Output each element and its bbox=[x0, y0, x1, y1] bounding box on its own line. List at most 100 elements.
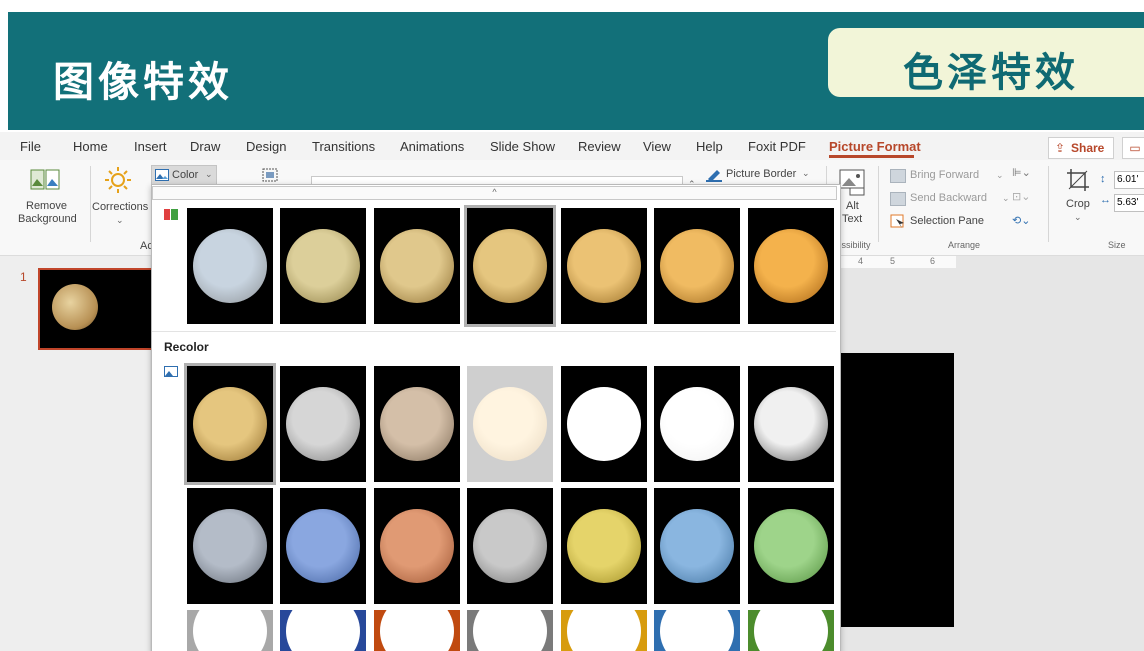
recolor-option[interactable] bbox=[748, 488, 834, 604]
banner-title-right-box: 色泽特效 bbox=[828, 28, 1144, 97]
recolor-section-label: Recolor bbox=[164, 340, 209, 354]
recolor-option[interactable] bbox=[654, 488, 740, 604]
alt-text-button[interactable]: Alt Text bbox=[842, 200, 872, 228]
recolor-option[interactable] bbox=[654, 610, 740, 651]
width-icon: ↔ bbox=[1100, 194, 1111, 206]
recolor-option[interactable] bbox=[561, 610, 647, 651]
tab-transitions[interactable]: Transitions bbox=[312, 139, 375, 154]
recolor-option[interactable] bbox=[748, 610, 834, 651]
arrange-group-label: Arrange bbox=[948, 240, 981, 250]
moon-preview-image bbox=[660, 229, 734, 303]
selection-pane-label: Selection Pane bbox=[910, 215, 984, 227]
crop-button[interactable]: Crop bbox=[1066, 198, 1090, 210]
moon-preview-image bbox=[473, 387, 547, 461]
picture-border-button[interactable]: Picture Border ⌄ bbox=[704, 166, 814, 184]
tab-review[interactable]: Review bbox=[578, 139, 621, 154]
rotate-icon[interactable]: ⟲⌄ bbox=[1012, 214, 1030, 227]
active-tab-indicator bbox=[829, 155, 914, 158]
moon-preview-image bbox=[380, 387, 454, 461]
recolor-option[interactable] bbox=[280, 610, 366, 651]
selection-pane-button[interactable]: Selection Pane bbox=[890, 214, 1000, 230]
remove-bg-label-1: Remove bbox=[26, 200, 67, 212]
saturation-option[interactable] bbox=[187, 208, 273, 324]
recolor-option[interactable] bbox=[280, 366, 366, 482]
recolor-option[interactable] bbox=[374, 488, 460, 604]
saturation-option[interactable] bbox=[561, 208, 647, 324]
slide-thumbnail[interactable] bbox=[38, 268, 155, 350]
size-group-label: Size bbox=[1108, 240, 1126, 250]
moon-preview-image bbox=[567, 229, 641, 303]
recolor-option[interactable] bbox=[187, 610, 273, 651]
recolor-option[interactable] bbox=[187, 488, 273, 604]
tab-design[interactable]: Design bbox=[246, 139, 286, 154]
saturation-option[interactable] bbox=[374, 208, 460, 324]
tab-animations[interactable]: Animations bbox=[400, 139, 464, 154]
bring-forward-chevron-icon: ⌄ bbox=[996, 170, 1004, 180]
tab-help[interactable]: Help bbox=[696, 139, 723, 154]
picture-border-label: Picture Border bbox=[726, 168, 797, 180]
corrections-button[interactable]: Corrections bbox=[92, 201, 148, 213]
moon-preview-image bbox=[286, 229, 360, 303]
comments-button[interactable]: ▭ bbox=[1122, 137, 1144, 159]
recolor-option[interactable] bbox=[561, 488, 647, 604]
moon-preview-image bbox=[473, 509, 547, 583]
ruler-tick: 4 bbox=[858, 256, 864, 266]
recolor-option[interactable] bbox=[280, 488, 366, 604]
share-button[interactable]: ⇪ Share bbox=[1048, 137, 1114, 159]
alt-text-label-2: Text bbox=[842, 213, 863, 225]
selected-picture-on-slide[interactable] bbox=[838, 353, 954, 627]
send-backward-chevron-icon: ⌄ bbox=[1002, 193, 1010, 203]
ribbon-tab-bar: File Home Insert Draw Design Transitions… bbox=[0, 132, 1144, 160]
recolor-option[interactable] bbox=[467, 488, 553, 604]
saturation-option[interactable] bbox=[654, 208, 740, 324]
banner-title-right: 色泽特效 bbox=[903, 50, 1079, 96]
corrections-chevron-icon: ⌄ bbox=[116, 215, 124, 225]
moon-preview-image bbox=[193, 610, 267, 651]
color-icon bbox=[155, 169, 169, 181]
compress-pictures-icon[interactable] bbox=[262, 168, 278, 182]
color-label: Color bbox=[172, 169, 199, 181]
moon-preview-image bbox=[193, 229, 267, 303]
recolor-option[interactable] bbox=[374, 366, 460, 482]
recolor-option[interactable] bbox=[467, 610, 553, 651]
moon-preview-image bbox=[754, 387, 828, 461]
tab-insert[interactable]: Insert bbox=[134, 139, 167, 154]
tab-picture-format[interactable]: Picture Format bbox=[829, 139, 921, 154]
comment-icon: ▭ bbox=[1129, 141, 1141, 155]
recolor-option[interactable] bbox=[561, 366, 647, 482]
picture-border-pen-icon bbox=[706, 170, 722, 182]
height-input[interactable]: 6.01' bbox=[1114, 171, 1144, 189]
tab-slide-show[interactable]: Slide Show bbox=[490, 139, 555, 154]
recolor-option[interactable] bbox=[184, 363, 276, 485]
moon-preview-image bbox=[473, 610, 547, 651]
moon-preview-image bbox=[473, 229, 547, 303]
tab-home[interactable]: Home bbox=[73, 139, 108, 154]
tab-file[interactable]: File bbox=[20, 139, 41, 154]
width-input[interactable]: 5.63' bbox=[1114, 194, 1144, 212]
gallery-scroll-up-button[interactable]: ^ bbox=[152, 186, 837, 200]
tab-view[interactable]: View bbox=[643, 139, 671, 154]
height-icon: ↕ bbox=[1100, 173, 1106, 185]
align-icon[interactable]: ⊫⌄ bbox=[1012, 166, 1031, 179]
ruler-tick: 6 bbox=[930, 256, 936, 266]
recolor-icon bbox=[164, 366, 178, 377]
recolor-option[interactable] bbox=[374, 610, 460, 651]
ruler-tick: 5 bbox=[890, 256, 896, 266]
send-backward-button[interactable]: Send Backward ⌄ bbox=[890, 191, 1020, 207]
saturation-option[interactable] bbox=[748, 208, 834, 324]
saturation-option[interactable] bbox=[464, 205, 556, 327]
recolor-option[interactable] bbox=[748, 366, 834, 482]
moon-preview-image bbox=[380, 509, 454, 583]
group-objects-icon[interactable]: ⊡⌄ bbox=[1012, 190, 1030, 203]
moon-preview-image bbox=[286, 387, 360, 461]
tab-draw[interactable]: Draw bbox=[190, 139, 220, 154]
saturation-option[interactable] bbox=[280, 208, 366, 324]
send-backward-icon bbox=[890, 192, 906, 206]
remove-background-button[interactable]: Remove Background bbox=[14, 200, 77, 232]
bring-forward-button[interactable]: Bring Forward ⌄ bbox=[890, 168, 1010, 184]
recolor-option[interactable] bbox=[467, 366, 553, 482]
recolor-option[interactable] bbox=[654, 366, 740, 482]
alt-text-icon bbox=[839, 169, 865, 196]
tab-foxit-pdf[interactable]: Foxit PDF bbox=[748, 139, 806, 154]
alt-text-label-1: Alt bbox=[846, 200, 859, 212]
